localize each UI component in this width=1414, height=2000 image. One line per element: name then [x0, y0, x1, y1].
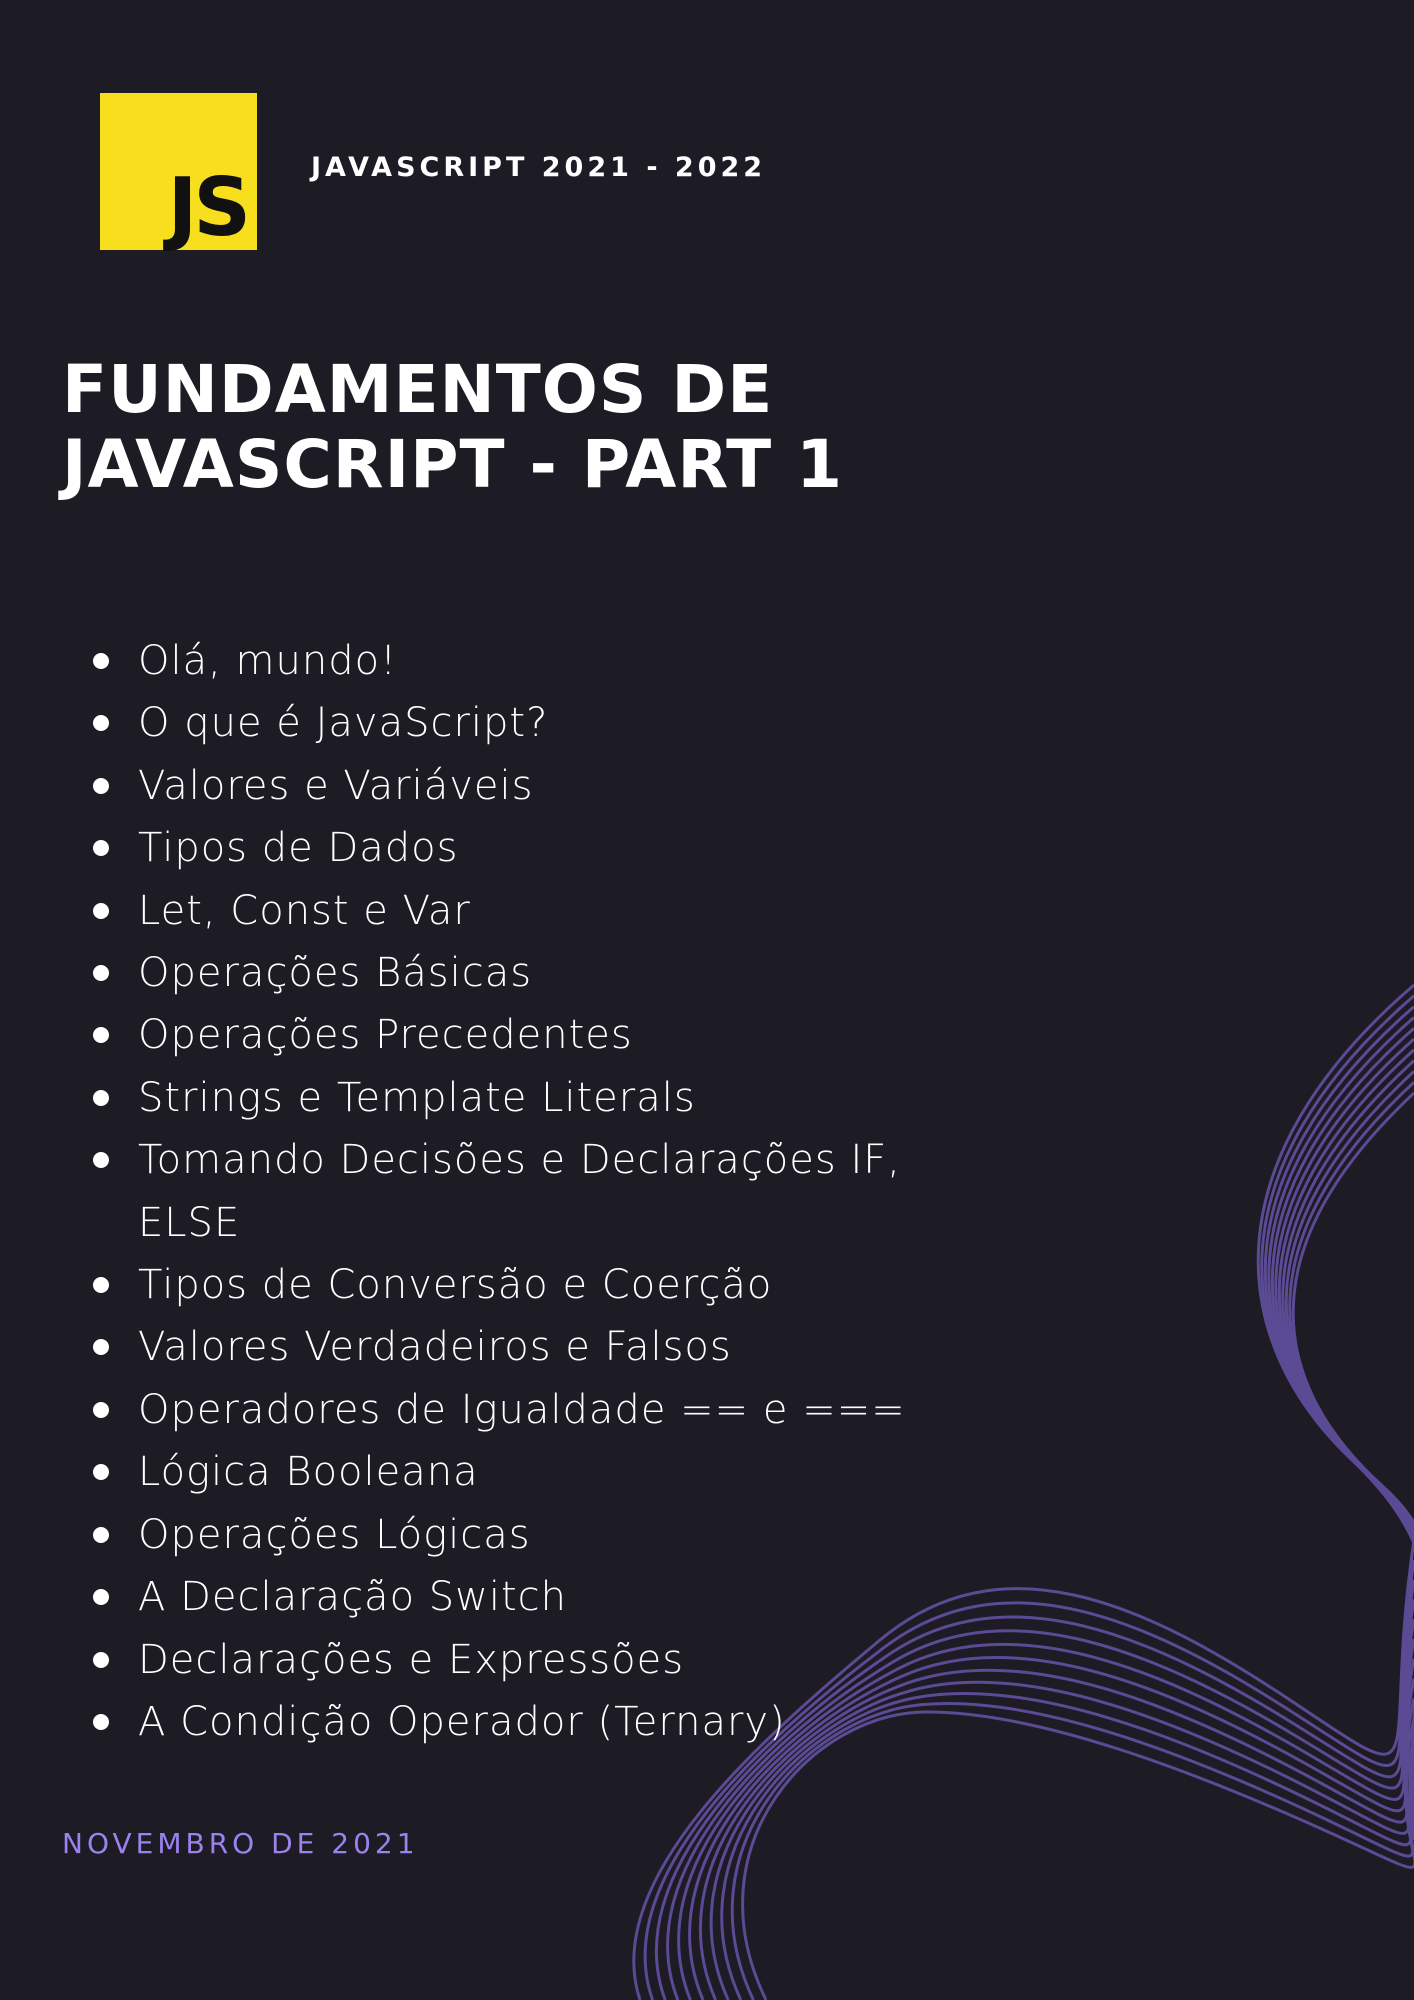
topic-label: A Declaração Switch: [138, 1574, 567, 1621]
topic-item: Let, Const e Var: [93, 880, 938, 942]
topic-item: Declarações e Expressões: [93, 1629, 938, 1691]
bullet-icon: [93, 1027, 109, 1044]
wave-line: [741, 1710, 1414, 2000]
topic-label: Tomando Decisões e Declarações IF, ELSE: [138, 1137, 901, 1246]
wave-line: [1281, 1059, 1414, 1814]
wave-line: [1267, 1016, 1414, 1778]
bullet-icon: [93, 1526, 109, 1543]
topic-label: Operações Básicas: [138, 950, 533, 997]
topic-label: Operadores de Igualdade == e ===: [138, 1386, 906, 1433]
bullet-icon: [93, 1277, 109, 1294]
bullet-icon: [93, 1589, 109, 1606]
wave-line: [1288, 1081, 1414, 1832]
topic-item: Operações Precedentes: [93, 1004, 938, 1066]
topic-item: Tomando Decisões e Declarações IF, ELSE: [93, 1129, 938, 1254]
topic-label: Tipos de Dados: [138, 825, 459, 872]
bullet-icon: [93, 1651, 109, 1668]
footer-date: NOVEMBRO DE 2021: [62, 1827, 419, 1860]
topic-list: Olá, mundo! O que é JavaScript? Valores …: [93, 630, 938, 1753]
js-logo: JS: [100, 93, 257, 250]
bullet-icon: [93, 653, 109, 669]
page-title: FUNDAMENTOS DE JAVASCRIPT - PART 1: [62, 352, 843, 502]
bullet-icon: [93, 1152, 109, 1169]
bullet-icon: [93, 902, 109, 919]
bullet-icon: [93, 1464, 109, 1481]
topic-label: Declarações e Expressões: [138, 1636, 685, 1683]
topic-item: Operações Básicas: [93, 942, 938, 1004]
bullet-icon: [93, 1089, 109, 1106]
topic-item: O que é JavaScript?: [93, 692, 938, 754]
topic-item: Strings e Template Literals: [93, 1067, 938, 1129]
wave-line: [1284, 1070, 1414, 1823]
bullet-icon: [93, 1713, 109, 1730]
topic-item: Tipos de Conversão e Coerção: [93, 1254, 938, 1316]
topic-label: Valores e Variáveis: [138, 762, 534, 809]
bullet-icon: [93, 715, 109, 732]
wave-line: [1256, 983, 1414, 1751]
wave-line: [1277, 1048, 1414, 1805]
topic-label: Operações Lógicas: [138, 1511, 531, 1558]
bullet-icon: [93, 965, 109, 982]
topic-label: Strings e Template Literals: [138, 1074, 696, 1121]
js-logo-text: JS: [167, 161, 251, 254]
topic-label: A Condição Operador (Ternary): [138, 1698, 786, 1745]
topic-label: Tipos de Conversão e Coerção: [138, 1262, 773, 1309]
topic-item: Lógica Booleana: [93, 1441, 938, 1503]
topic-item: Valores Verdadeiros e Falsos: [93, 1316, 938, 1378]
bullet-icon: [93, 1339, 109, 1356]
topic-item: Olá, mundo!: [93, 630, 938, 692]
topic-item: Valores e Variáveis: [93, 755, 938, 817]
topic-label: Valores Verdadeiros e Falsos: [138, 1324, 732, 1371]
wave-line: [1270, 1027, 1414, 1787]
topic-label: Lógica Booleana: [138, 1449, 479, 1496]
page-title-line-2: JAVASCRIPT - PART 1: [62, 426, 844, 503]
wave-line: [1260, 994, 1414, 1760]
topic-item: Operadores de Igualdade == e ===: [93, 1379, 938, 1441]
bullet-icon: [93, 1401, 109, 1418]
course-label: JAVASCRIPT 2021 - 2022: [311, 152, 767, 183]
wave-line: [1274, 1037, 1414, 1796]
topic-item: Tipos de Dados: [93, 817, 938, 879]
wave-line: [1291, 1091, 1414, 1841]
topic-item: A Condição Operador (Ternary): [93, 1691, 938, 1753]
page-title-line-1: FUNDAMENTOS DE: [62, 351, 774, 428]
topic-label: Olá, mundo!: [138, 638, 398, 684]
topic-label: Operações Precedentes: [138, 1012, 633, 1059]
topic-item: Operações Lógicas: [93, 1504, 938, 1566]
bullet-icon: [93, 840, 109, 857]
bullet-icon: [93, 777, 109, 794]
topic-item: A Declaração Switch: [93, 1566, 938, 1628]
wave-line: [1263, 1005, 1414, 1769]
topic-label: Let, Const e Var: [138, 887, 471, 934]
topic-label: O que é JavaScript?: [138, 700, 549, 747]
